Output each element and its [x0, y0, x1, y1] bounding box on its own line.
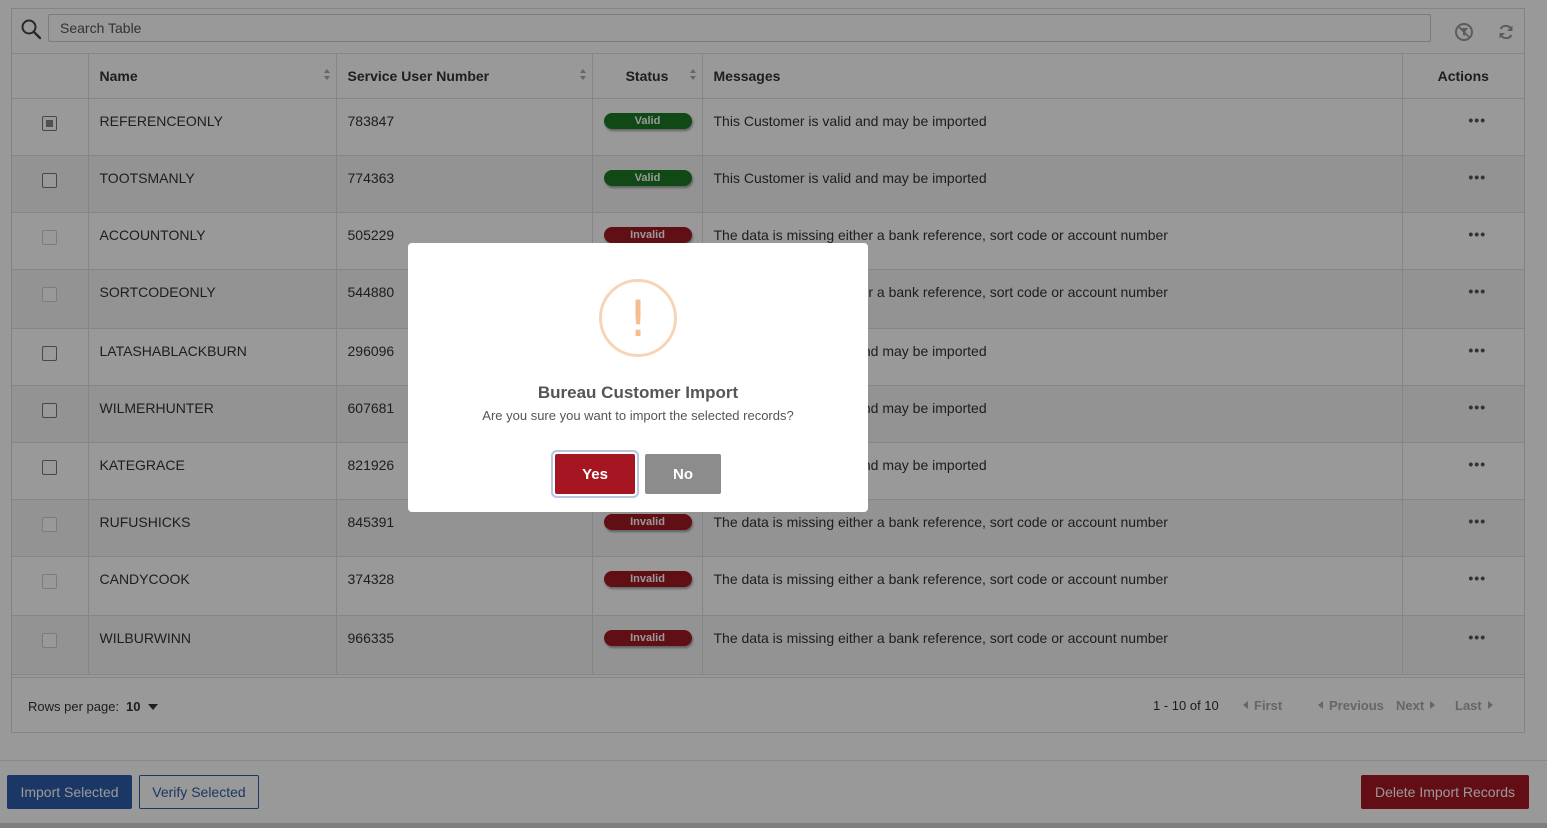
dialog-message: Are you sure you want to import the sele… [482, 408, 794, 423]
confirm-no-button[interactable]: No [645, 454, 721, 494]
confirm-import-dialog: ! Bureau Customer Import Are you sure yo… [408, 243, 868, 512]
warning-icon: ! [599, 279, 677, 357]
confirm-yes-button[interactable]: Yes [555, 454, 635, 494]
dialog-title: Bureau Customer Import [537, 383, 739, 402]
